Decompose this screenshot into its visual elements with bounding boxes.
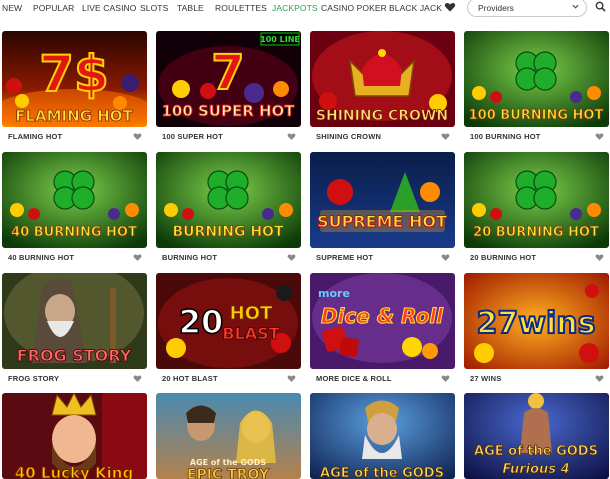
game-thumbnail[interactable]: FROG STORY [2,273,147,369]
nav-popular[interactable]: POPULAR [33,3,74,13]
nav-black-jack[interactable]: BLACK JACK [389,3,442,13]
game-thumbnail[interactable]: AGE of the GODS [310,393,455,479]
game-title: 27 WINS [470,374,502,383]
nav-jackpots[interactable]: JACKPOTS [272,3,318,13]
heart-icon[interactable] [133,253,142,262]
heart-icon[interactable] [595,374,604,383]
game-logo-overlay: Furious 4 [502,462,569,477]
game-thumbnail[interactable]: 100 BURNING HOT [464,31,609,127]
game-logo: BURNING HOT [173,224,284,240]
nav-live-casino[interactable]: LIVE CASINO [82,3,136,13]
game-title: 20 HOT BLAST [162,374,218,383]
game-card-more-dice-and-roll[interactable]: more Dice & Roll MORE DICE & ROLL [310,273,455,394]
heart-icon[interactable] [133,374,142,383]
game-logo: EPIC TROY [187,467,270,479]
game-logo: FLAMING HOT [15,107,133,125]
game-title: FLAMING HOT [8,132,63,141]
game-logo: 27wins [477,306,596,341]
game-card-age-of-the-gods-epic-troy[interactable]: AGE of the GODS EPIC TROY [156,393,301,479]
heart-icon[interactable] [287,253,296,262]
heart-icon[interactable] [595,253,604,262]
game-logo-overlay: more [318,287,350,300]
game-card-burning-hot[interactable]: BURNING HOT BURNING HOT [156,152,301,273]
game-thumbnail[interactable]: 20 BURNING HOT [464,152,609,248]
heart-icon[interactable] [133,132,142,141]
game-title: 40 BURNING HOT [8,253,75,262]
game-title: 100 BURNING HOT [470,132,541,141]
game-card-frog-story[interactable]: FROG STORY FROG STORY [2,273,147,394]
game-card-20-hot-blast[interactable]: 20 HOT BLAST 20 HOT BLAST [156,273,301,394]
game-card-27-wins[interactable]: 27wins 27 WINS [464,273,609,394]
game-thumbnail[interactable]: SHINING CROWN [310,31,455,127]
game-title: SUPREME HOT [316,253,374,262]
chevron-down-icon [572,4,579,9]
game-thumbnail[interactable]: 7$ FLAMING HOT [2,31,147,127]
nav-table[interactable]: TABLE [177,3,204,13]
game-logo: AGE of the GODS [474,444,598,459]
providers-label: Providers [478,3,514,13]
game-logo: AGE of the GODS [320,466,444,479]
game-card-shining-crown[interactable]: SHINING CROWN SHINING CROWN [310,31,455,152]
game-thumbnail[interactable]: 20 HOT BLAST [156,273,301,369]
game-logo-overlay: 7 [211,45,244,101]
game-logo: 40 Lucky King [15,464,133,479]
search-icon[interactable] [595,1,606,12]
game-logo: BLAST [222,324,279,343]
game-thumbnail[interactable]: 7 100 LINE 100 SUPER HOT [156,31,301,127]
game-logo: SUPREME HOT [317,212,447,231]
game-logo: 40 BURNING HOT [11,225,137,240]
category-nav: NEW POPULAR LIVE CASINO SLOTS TABLE ROUL… [0,0,610,17]
heart-icon[interactable] [441,374,450,383]
game-thumbnail[interactable]: BURNING HOT [156,152,301,248]
game-card-flaming-hot[interactable]: 7$ FLAMING HOT FLAMING HOT [2,31,147,152]
heart-icon[interactable] [287,374,296,383]
game-thumbnail[interactable]: AGE of the GODS EPIC TROY [156,393,301,479]
game-card-100-burning-hot[interactable]: 100 BURNING HOT 100 BURNING HOT [464,31,609,152]
nav-roulettes[interactable]: ROULETTES [215,3,267,13]
game-card-age-of-the-gods-furious-4[interactable]: AGE of the GODS Furious 4 [464,393,609,479]
game-card-40-lucky-king[interactable]: 40 Lucky King [2,393,147,479]
game-thumbnail[interactable]: more Dice & Roll [310,273,455,369]
nav-casino-poker[interactable]: CASINO POKER [321,3,387,13]
heart-icon[interactable] [595,132,604,141]
game-card-supreme-hot[interactable]: SUPREME HOT SUPREME HOT [310,152,455,273]
heart-icon[interactable] [441,253,450,262]
game-logo: SHINING CROWN [316,108,448,124]
game-logo-overlay: 7$ [39,45,109,103]
game-thumbnail[interactable]: AGE of the GODS Furious 4 [464,393,609,479]
game-title: FROG STORY [8,374,60,383]
game-logo: Dice & Roll [321,304,444,328]
game-card-20-burning-hot[interactable]: 20 BURNING HOT 20 BURNING HOT [464,152,609,273]
game-badge: 100 LINE [260,35,300,44]
game-logo: 100 BURNING HOT [469,108,604,123]
heart-icon[interactable] [441,132,450,141]
heart-icon[interactable] [444,1,456,13]
game-card-age-of-the-gods[interactable]: AGE of the GODS [310,393,455,479]
game-logo-overlay: AGE of the GODS [190,458,267,467]
game-title: SHINING CROWN [316,132,382,141]
game-logo-top: HOT [230,303,273,324]
providers-select[interactable]: Providers [467,0,587,17]
heart-icon[interactable] [287,132,296,141]
game-logo: 100 SUPER HOT [161,102,295,120]
game-thumbnail[interactable]: 40 BURNING HOT [2,152,147,248]
game-title: 100 SUPER HOT [162,132,223,141]
game-title: BURNING HOT [162,253,218,262]
game-thumbnail[interactable]: 40 Lucky King [2,393,147,479]
nav-new[interactable]: NEW [2,3,22,13]
game-card-40-burning-hot[interactable]: 40 BURNING HOT 40 BURNING HOT [2,152,147,273]
game-title: MORE DICE & ROLL [316,374,392,383]
nav-slots[interactable]: SLOTS [140,3,168,13]
game-logo-overlay: 20 [179,303,224,341]
game-logo: 20 BURNING HOT [473,225,599,240]
game-thumbnail[interactable]: 27wins [464,273,609,369]
game-logo: FROG STORY [17,346,132,365]
game-thumbnail[interactable]: SUPREME HOT [310,152,455,248]
game-card-100-super-hot[interactable]: 7 100 LINE 100 SUPER HOT 100 SUPER HOT [156,31,301,152]
game-title: 20 BURNING HOT [470,253,537,262]
